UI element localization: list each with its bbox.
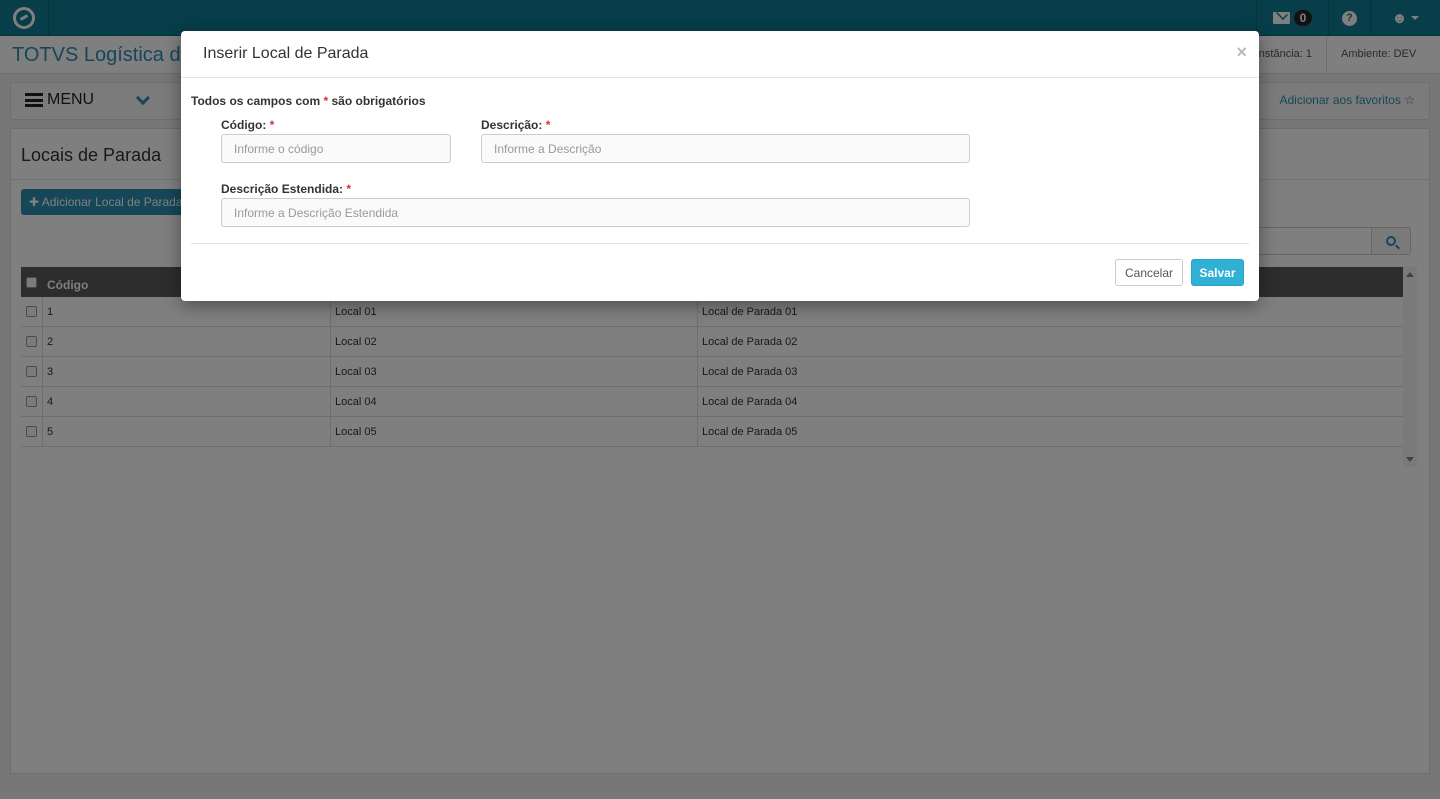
divider [181,77,1259,78]
required-star: * [323,94,329,108]
cancel-button[interactable]: Cancelar [1115,259,1183,286]
descricao-estendida-input[interactable] [221,198,970,227]
required-star: * [545,118,551,132]
required-note-suffix: são obrigatórios [331,94,426,108]
codigo-input[interactable] [221,134,451,163]
required-star: * [269,118,275,132]
required-star: * [346,182,352,196]
descricao-label-text: Descrição: [481,118,543,132]
divider [191,243,1249,244]
descricao-input[interactable] [481,134,970,163]
descricao-estendida-label: Descrição Estendida: * [221,182,351,196]
descricao-label: Descrição: * [481,118,550,132]
codigo-label: Código: * [221,118,274,132]
codigo-label-text: Código: [221,118,267,132]
insert-local-modal: Inserir Local de Parada × Todos os campo… [181,31,1259,301]
close-icon[interactable]: × [1236,42,1247,63]
required-note-prefix: Todos os campos com [191,94,321,108]
save-button[interactable]: Salvar [1191,259,1244,286]
required-fields-note: Todos os campos com * são obrigatórios [191,94,426,108]
modal-title: Inserir Local de Parada [203,45,369,62]
descricao-estendida-label-text: Descrição Estendida: [221,182,344,196]
